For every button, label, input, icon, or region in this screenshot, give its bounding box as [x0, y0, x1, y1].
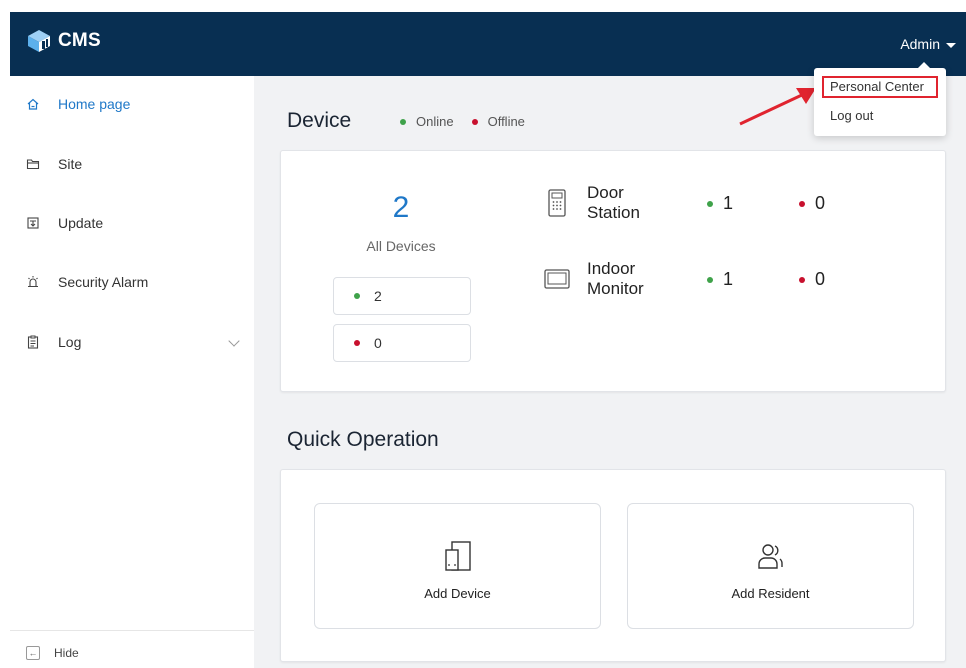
collapse-arrow-icon: ← [26, 646, 40, 660]
menu-item-log-out[interactable]: Log out [830, 108, 873, 123]
alarm-icon [28, 276, 38, 288]
device-section-title: Device [287, 109, 352, 132]
sidebar-item-label: Security Alarm [58, 274, 149, 290]
sidebar-item-home-page[interactable]: Home page [10, 84, 254, 124]
online-count: 2 [374, 288, 382, 304]
all-devices-count: 2 [392, 191, 410, 224]
sidebar-item-label: Home page [58, 96, 131, 112]
annotation-arrow-icon [739, 88, 816, 126]
offline-dot-icon [799, 276, 805, 283]
caret-down-icon [946, 42, 956, 48]
top-bar: CMS Admin [10, 12, 966, 76]
all-devices-label: All Devices [366, 238, 436, 254]
offline-dot-icon [471, 118, 478, 125]
admin-label: Admin [900, 36, 940, 52]
add-device-icon [444, 541, 471, 571]
legend-offline-label: Offline [487, 114, 525, 129]
hide-label: Hide [54, 646, 79, 660]
clipboard-icon [27, 335, 39, 349]
quick-operation-title: Quick Operation [287, 428, 439, 451]
online-dot-icon [400, 118, 406, 125]
add-resident-icon [757, 544, 783, 569]
indoor-monitor-online: 1 [707, 269, 733, 290]
sidebar-item-label: Site [58, 156, 83, 172]
sidebar-item-security-alarm[interactable]: Security Alarm [10, 262, 254, 302]
folder-icon [26, 159, 40, 170]
sidebar-item-label: Update [58, 215, 104, 231]
user-dropdown-menu: Personal Center Log out [814, 62, 946, 136]
offline-dot-icon [354, 340, 360, 346]
sidebar-item-label: Log [58, 334, 82, 350]
indoor-monitor-offline: 0 [799, 269, 825, 290]
online-dot-icon [354, 293, 360, 299]
offline-dot-icon [799, 200, 805, 207]
offline-count-box: 0 [333, 324, 471, 362]
add-resident-label: Add Resident [731, 586, 810, 601]
online-count-box: 2 [333, 277, 471, 315]
sidebar-divider [10, 630, 254, 631]
home-icon [27, 98, 39, 110]
menu-item-personal-center[interactable]: Personal Center [830, 79, 924, 94]
sidebar: Home page Site Update Security Alarm Log [10, 76, 254, 668]
admin-menu-button[interactable]: Admin [900, 36, 956, 52]
door-station-icon [548, 189, 566, 217]
sidebar-item-update[interactable]: Update [10, 203, 254, 243]
app-logo[interactable]: CMS [26, 28, 101, 54]
legend-online-label: Online [416, 114, 454, 129]
offline-count: 0 [374, 335, 382, 351]
door-station-name: Door Station [587, 183, 640, 222]
door-station-online: 1 [707, 193, 733, 214]
add-device-button[interactable]: Add Device [314, 503, 601, 629]
door-station-offline: 0 [799, 193, 825, 214]
online-dot-icon [707, 276, 713, 283]
device-legend: Online Offline [400, 114, 525, 129]
sidebar-item-site[interactable]: Site [10, 144, 254, 184]
chevron-down-icon [228, 335, 240, 347]
quick-operation-card: Add Device Add Resident [280, 469, 946, 662]
indoor-monitor-icon [544, 269, 570, 289]
add-resident-button[interactable]: Add Resident [627, 503, 914, 629]
hide-sidebar-button[interactable]: ← Hide [26, 646, 79, 660]
device-summary-card: 2 All Devices 2 0 Door Station 1 0 Indoo… [280, 150, 946, 392]
indoor-monitor-name: Indoor Monitor [587, 259, 644, 298]
update-icon [27, 217, 39, 229]
cms-logo-icon [28, 30, 50, 52]
device-type-door-station[interactable]: Door Station [545, 183, 677, 223]
add-device-label: Add Device [424, 586, 491, 601]
sidebar-item-log[interactable]: Log [10, 322, 254, 362]
device-type-indoor-monitor[interactable]: Indoor Monitor [543, 259, 677, 299]
online-dot-icon [707, 200, 713, 207]
app-name: CMS [58, 30, 101, 51]
